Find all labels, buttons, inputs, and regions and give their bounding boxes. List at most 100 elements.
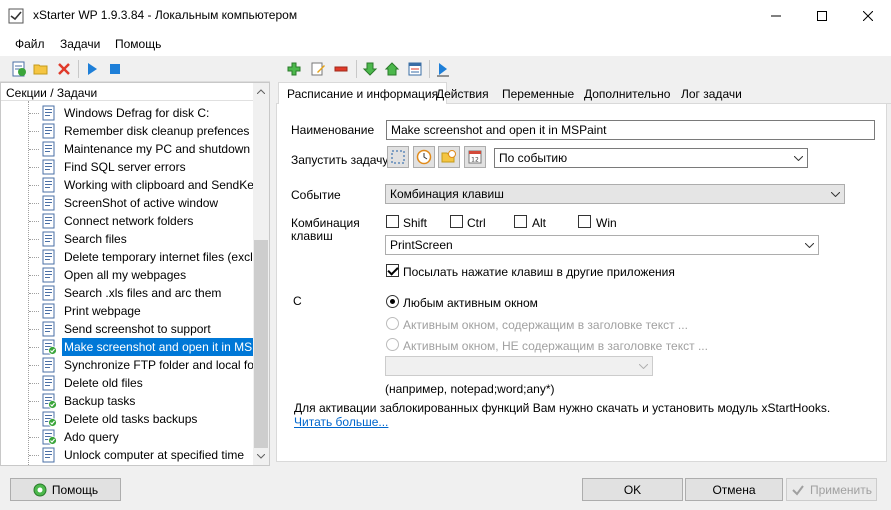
ctrl-checkbox[interactable] [450,215,463,228]
svg-text:12: 12 [471,157,479,164]
alt-checkbox[interactable] [514,215,527,228]
tab-log[interactable]: Лог задачи [673,84,750,105]
task-item[interactable]: Open all my webpages [41,266,188,284]
task-icon [42,105,55,121]
task-label: Ado query [64,430,119,444]
task-item[interactable]: Working with clipboard and SendKey [41,176,253,194]
delete-icon [58,63,70,75]
new-task-button[interactable] [10,60,28,78]
apply-button[interactable]: Применить [786,478,877,501]
scroll-thumb[interactable] [254,240,268,448]
ok-button[interactable]: OK [582,478,683,501]
chevron-down-icon [635,358,651,374]
event-select[interactable]: Комбинация клавиш [385,184,845,204]
remove-action-button[interactable] [332,60,350,78]
edit-action-button[interactable] [309,60,327,78]
tree-connector [29,293,39,294]
task-label: Working with clipboard and SendKey [64,178,253,192]
task-item[interactable]: Unlock computer at specified time [41,446,246,464]
radio-any-window[interactable] [386,295,399,308]
task-item[interactable]: Print webpage [41,302,143,320]
task-item[interactable]: ScreenShot of active window [41,194,220,212]
tab-actions[interactable]: Действия [428,84,497,105]
run-mode-select[interactable]: По событию [494,148,808,168]
minimize-button[interactable] [753,0,799,31]
help-button[interactable]: Помощь [10,478,121,501]
task-item[interactable]: Windows Defrag for disk C: [41,104,211,122]
scroll-up-button[interactable] [253,83,269,100]
new-section-button[interactable] [32,60,50,78]
close-button[interactable] [845,0,891,31]
task-item[interactable]: Send screenshot to support [41,320,213,338]
new-task-icon [12,61,26,77]
task-label: Maintenance my PC and shutdown [64,142,251,156]
name-input[interactable]: Make screenshot and open it in MSPaint [386,120,875,140]
bottom-bar: Помощь OK Отмена Применить [0,466,891,510]
task-icon [42,231,55,247]
task-item[interactable]: Remember disk cleanup prefences (r... [41,122,253,140]
shift-checkbox[interactable] [386,215,399,228]
task-item[interactable]: Connect network folders [41,212,195,230]
toolbar-separator [78,60,79,78]
scroll-down-button[interactable] [253,448,269,465]
key-select[interactable]: PrintScreen [385,235,819,255]
tree-connector [29,347,39,348]
read-more-link[interactable]: Читать больше... [294,415,388,429]
task-tree-panel: Секции / Задачи Windows Defrag for disk … [0,82,270,466]
minus-icon [334,66,348,72]
move-up-button[interactable] [383,60,401,78]
properties-button[interactable] [406,60,424,78]
task-item[interactable]: Search .xls files and arc them [41,284,223,302]
menu-tasks[interactable]: Задачи [60,37,100,51]
task-label: Open all my webpages [64,268,187,282]
stop-button[interactable] [106,60,124,78]
calendar-run-button[interactable]: 12 [464,146,486,168]
menu-bar: Файл Задачи Помощь [0,31,891,56]
shift-label: Shift [403,216,428,230]
tree-scrollbar[interactable] [253,83,269,465]
radio-any-label: Любым активным окном [403,296,538,310]
task-item[interactable]: Delete temporary internet files (excl... [41,248,253,266]
schedule-run-button[interactable] [413,146,435,168]
tab-variables[interactable]: Переменные [494,84,582,105]
task-item[interactable]: Make screenshot and open it in MSP... [41,338,253,356]
task-icon [42,141,55,157]
tab-schedule[interactable]: Расписание и информация [278,82,448,105]
task-item[interactable]: Ado query [41,428,121,446]
tab-additional[interactable]: Дополнительно [576,84,678,105]
move-down-button[interactable] [361,60,379,78]
delete-button[interactable] [55,60,73,78]
task-item[interactable]: Search files [41,230,129,248]
task-item[interactable]: Delete old files [41,374,145,392]
stop-icon [110,64,120,74]
radio-title-contains[interactable] [386,317,399,330]
task-label: Backup tasks [64,394,136,408]
window-title: xStarter WP 1.9.3.84 - Локальным компьют… [33,8,298,22]
chevron-down-icon [801,237,817,253]
tree-connector [29,401,39,402]
task-item[interactable]: Backup tasks [41,392,137,410]
task-icon [42,159,55,175]
run-button[interactable] [83,60,101,78]
window-title-select[interactable] [385,356,653,376]
task-item[interactable]: Delete old tasks backups [41,410,199,428]
folder-run-button[interactable] [438,146,460,168]
menu-help[interactable]: Помощь [115,37,161,51]
tree-connector [28,101,29,465]
radio-title-not-contains[interactable] [386,338,399,351]
close-icon [863,10,873,21]
task-item[interactable]: Synchronize FTP folder and local folder [41,356,253,374]
task-item[interactable]: Find SQL server errors [41,158,188,176]
play-icon [88,63,97,75]
add-action-button[interactable] [285,60,303,78]
right-toolbar [276,56,891,82]
manual-run-button[interactable] [387,146,409,168]
key-value: PrintScreen [390,238,453,252]
task-item[interactable]: Maintenance my PC and shutdown [41,140,252,158]
run-action-button[interactable] [434,60,452,78]
send-keys-checkbox[interactable] [386,264,399,277]
cancel-button[interactable]: Отмена [685,478,783,501]
menu-file[interactable]: Файл [15,37,45,51]
win-checkbox[interactable] [578,215,591,228]
maximize-button[interactable] [799,0,845,31]
